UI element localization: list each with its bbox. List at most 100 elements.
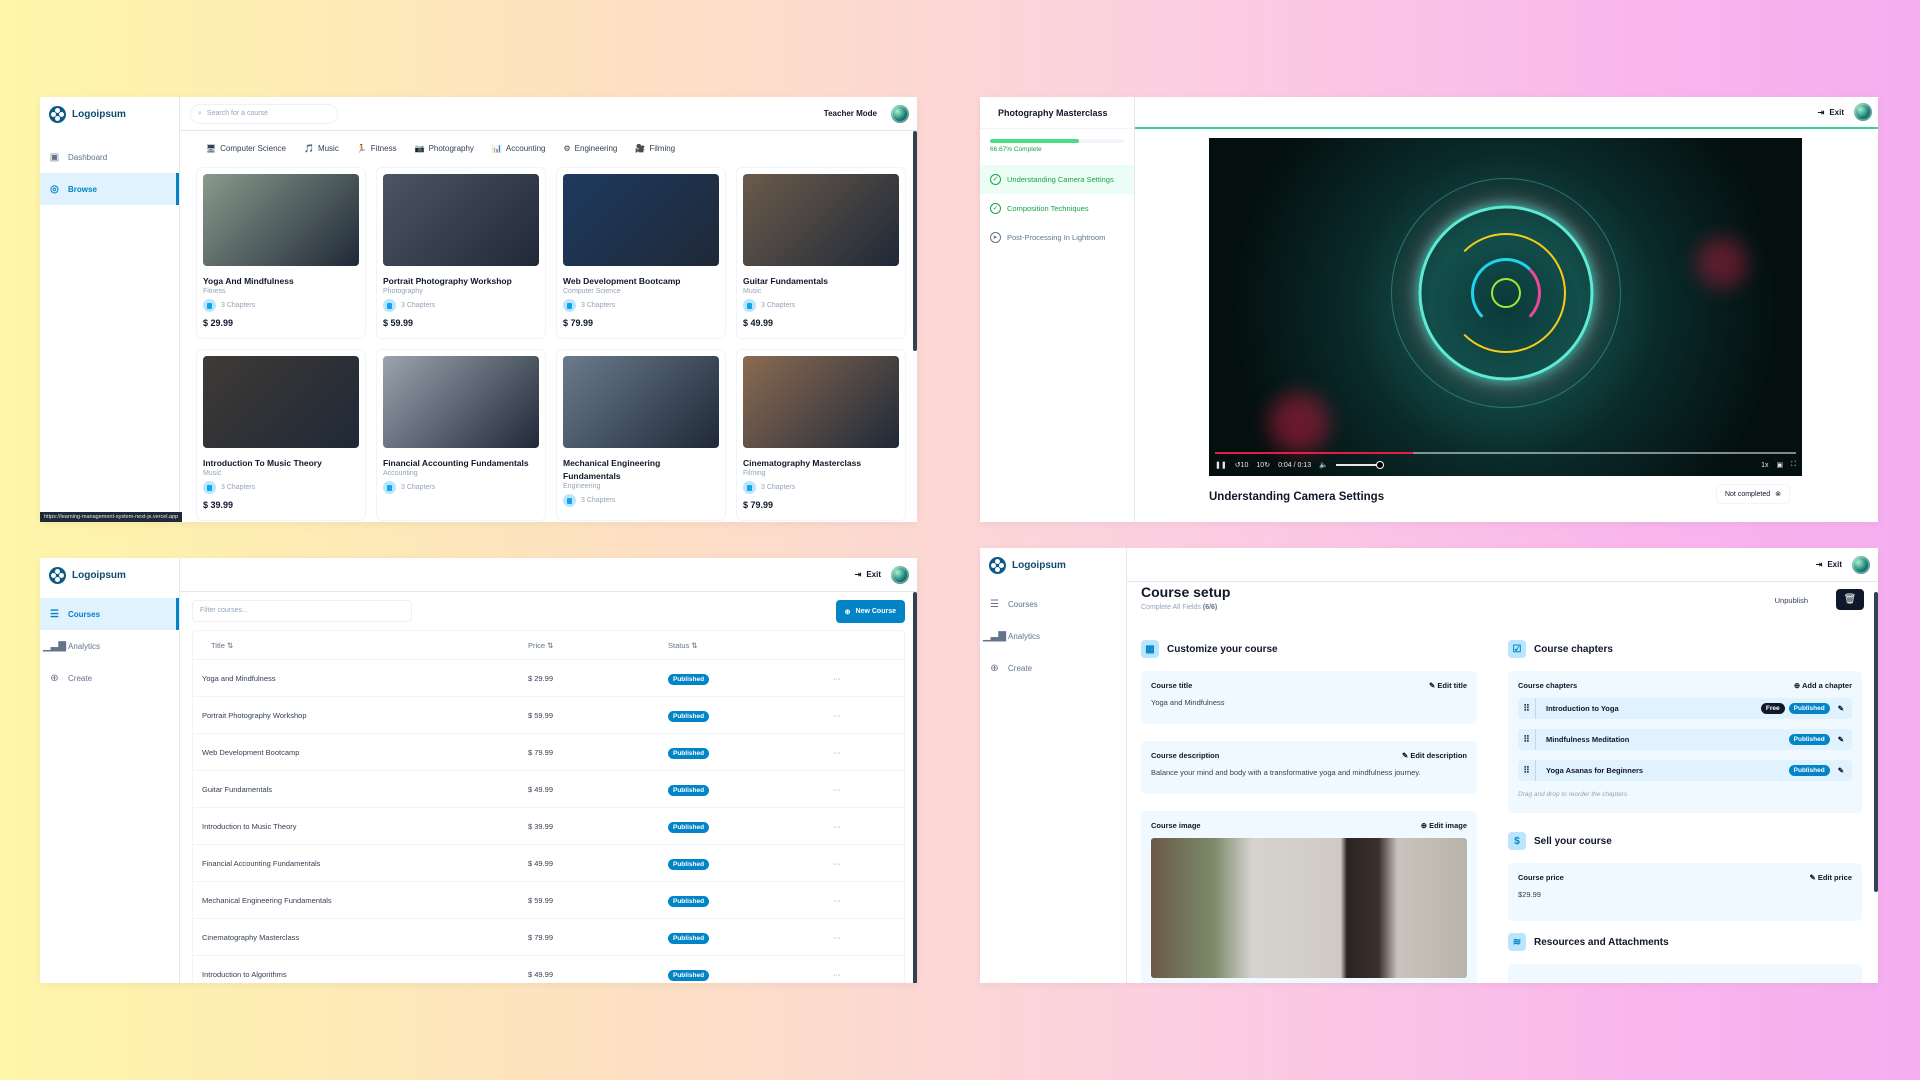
more-actions-icon[interactable]: ··· — [833, 970, 893, 979]
status-badge: Published — [668, 710, 710, 722]
course-card[interactable]: Portrait Photography Workshop Photography… — [376, 167, 546, 339]
more-actions-icon[interactable]: ··· — [833, 822, 893, 831]
category-chip-filming[interactable]: 🎥 Filming — [629, 141, 681, 156]
table-row[interactable]: Mechanical Engineering Fundamentals $ 59.… — [193, 881, 904, 918]
teacher-mode-button[interactable]: Teacher Mode — [824, 109, 877, 118]
category-chip-photography[interactable]: 📷 Photography — [409, 141, 480, 156]
course-image-box: Course image ⊕ Edit image — [1141, 811, 1477, 983]
chapter-count-label: 3 Chapters — [221, 302, 256, 309]
completion-toggle-button[interactable]: Not completed ⊗ — [1715, 484, 1790, 504]
avatar[interactable] — [891, 104, 909, 123]
course-card[interactable]: Financial Accounting Fundamentals Account… — [376, 349, 546, 521]
more-actions-icon[interactable]: ··· — [833, 859, 893, 868]
sidebar: Logoipsum ▣ Dashboard ◎ Browse — [40, 97, 180, 522]
logo[interactable]: Logoipsum — [40, 558, 179, 592]
course-price: $ 79.99 — [563, 318, 594, 328]
table-row[interactable]: Web Development Bootcamp $ 79.99 Published… — [193, 733, 904, 770]
more-actions-icon[interactable]: ··· — [833, 785, 893, 794]
sort-price-header[interactable]: Price ⇅ — [528, 641, 668, 650]
edit-image-button[interactable]: ⊕ Edit image — [1421, 821, 1467, 830]
course-card[interactable]: Cinematography Masterclass Filming 3 Chapt… — [736, 349, 906, 521]
course-card[interactable]: Guitar Fundamentals Music 3 Chapters $ 49.9… — [736, 167, 906, 339]
edit-description-button[interactable]: ✎ Edit description — [1402, 751, 1467, 760]
pause-icon[interactable]: ❚❚ — [1215, 461, 1227, 469]
course-category: Accounting — [383, 470, 418, 477]
video-player[interactable]: ❚❚ ↺10 10↻ 0:04 / 0:13 🔈 1x ▣ ⛶ — [1209, 138, 1802, 476]
scrollbar[interactable] — [913, 592, 917, 983]
category-chip-accounting[interactable]: 📊 Accounting — [486, 141, 552, 156]
table-row[interactable]: Yoga and Mindfulness $ 29.99 Published ··· — [193, 659, 904, 696]
more-actions-icon[interactable]: ··· — [833, 748, 893, 757]
sidebar-item-create[interactable]: ⊕ Create — [40, 662, 179, 694]
exit-button[interactable]: ⇥ Exit — [1816, 560, 1842, 569]
chapter-row[interactable]: ⠿ Introduction to Yoga Free Published ✎ — [1518, 698, 1852, 719]
scrollbar[interactable] — [913, 131, 917, 351]
volume-slider[interactable] — [1335, 461, 1384, 469]
edit-chapter-icon[interactable]: ✎ — [1838, 766, 1844, 775]
rewind-button[interactable]: ↺10 — [1235, 461, 1249, 469]
search-input[interactable]: ⌕ Search for a course — [190, 103, 338, 124]
category-chip-music[interactable]: 🎵 Music — [298, 141, 345, 156]
logo[interactable]: Logoipsum — [40, 97, 179, 131]
sidebar: Logoipsum ☰ Courses ▁▃▇ Analytics ⊕ Create — [40, 558, 180, 983]
table-row[interactable]: Portrait Photography Workshop $ 59.99 Publ… — [193, 696, 904, 733]
course-card[interactable]: Introduction To Music Theory Music 3 Chapt… — [196, 349, 366, 521]
more-actions-icon[interactable]: ··· — [833, 896, 893, 905]
table-row[interactable]: Guitar Fundamentals $ 49.99 Published ··· — [193, 770, 904, 807]
table-row[interactable]: Cinematography Masterclass $ 79.99 Publish… — [193, 918, 904, 955]
avatar[interactable] — [891, 565, 909, 584]
speed-button[interactable]: 1x — [1761, 462, 1768, 469]
chapter-row[interactable]: ⠿ Yoga Asanas for Beginners Published ✎ — [1518, 760, 1852, 781]
more-actions-icon[interactable]: ··· — [833, 933, 893, 942]
course-card[interactable]: Web Development Bootcamp Computer Science… — [556, 167, 726, 339]
course-card[interactable]: Yoga And Mindfulness Fitness 3 Chapters $ 2… — [196, 167, 366, 339]
edit-chapter-icon[interactable]: ✎ — [1838, 735, 1844, 744]
row-status: Published — [668, 821, 833, 833]
edit-chapter-icon[interactable]: ✎ — [1838, 704, 1844, 713]
more-actions-icon[interactable]: ··· — [833, 674, 893, 683]
sidebar-item-analytics[interactable]: ▁▃▇ Analytics — [980, 620, 1126, 652]
sort-title-header[interactable]: Title ⇅ — [193, 641, 528, 650]
sidebar-item-create[interactable]: ⊕ Create — [980, 652, 1126, 684]
sort-status-header[interactable]: Status ⇅ — [668, 641, 833, 650]
video-bokeh — [1697, 238, 1747, 288]
drag-handle-icon[interactable]: ⠿ — [1518, 760, 1536, 781]
chapter-item[interactable]: ✓ Composition Techniques — [980, 194, 1134, 223]
avatar[interactable] — [1854, 103, 1872, 121]
logo[interactable]: Logoipsum — [980, 548, 1126, 582]
forward-button[interactable]: 10↻ — [1256, 461, 1270, 469]
avatar[interactable] — [1852, 555, 1870, 574]
sidebar-item-dashboard[interactable]: ▣ Dashboard — [40, 141, 179, 173]
scrollbar[interactable] — [1874, 592, 1878, 892]
category-chip-fitness[interactable]: 🏃 Fitness — [351, 141, 403, 156]
drag-handle-icon[interactable]: ⠿ — [1518, 729, 1536, 750]
table-row[interactable]: Introduction to Music Theory $ 39.99 Publi… — [193, 807, 904, 844]
fullscreen-icon[interactable]: ⛶ — [1791, 461, 1796, 469]
sidebar-item-browse[interactable]: ◎ Browse — [40, 173, 179, 205]
exit-button[interactable]: ⇥ Exit — [855, 570, 881, 579]
edit-title-button[interactable]: ✎ Edit title — [1429, 681, 1467, 690]
chapter-row[interactable]: ⠿ Mindfulness Meditation Published ✎ — [1518, 729, 1852, 750]
course-card[interactable]: Mechanical Engineering Fundamentals Engin… — [556, 349, 726, 521]
volume-icon[interactable]: 🔈 — [1319, 461, 1328, 469]
drag-handle-icon[interactable]: ⠿ — [1518, 698, 1536, 719]
pip-icon[interactable]: ▣ — [1776, 461, 1783, 469]
category-chip-engineering[interactable]: ⚙ Engineering — [558, 141, 624, 156]
new-course-button[interactable]: ⊕ New Course — [835, 600, 905, 623]
edit-price-button[interactable]: ✎ Edit price — [1809, 873, 1852, 882]
table-row[interactable]: Financial Accounting Fundamentals $ 49.99… — [193, 844, 904, 881]
unpublish-button[interactable]: Unpublish — [1775, 596, 1808, 605]
filter-input[interactable]: Filter courses... — [192, 600, 412, 622]
sidebar-item-courses[interactable]: ☰ Courses — [980, 588, 1126, 620]
chapter-item[interactable]: ▸ Post-Processing In Lightroom — [980, 223, 1134, 252]
more-actions-icon[interactable]: ··· — [833, 711, 893, 720]
sidebar-item-courses[interactable]: ☰ Courses — [40, 598, 179, 630]
chapter-item[interactable]: ✓ Understanding Camera Settings — [980, 165, 1134, 194]
table-row[interactable]: Introduction to Algorithms $ 49.99 Publish… — [193, 955, 904, 983]
course-category: Engineering — [563, 483, 601, 490]
exit-button[interactable]: ⇥ Exit — [1818, 108, 1844, 117]
delete-button[interactable]: 🗑 — [1836, 589, 1864, 610]
sidebar-item-analytics[interactable]: ▁▃▇ Analytics — [40, 630, 179, 662]
category-chip-computer-science[interactable]: 🖥 Computer Science — [200, 141, 292, 156]
add-chapter-button[interactable]: ⊕ Add a chapter — [1794, 681, 1852, 690]
